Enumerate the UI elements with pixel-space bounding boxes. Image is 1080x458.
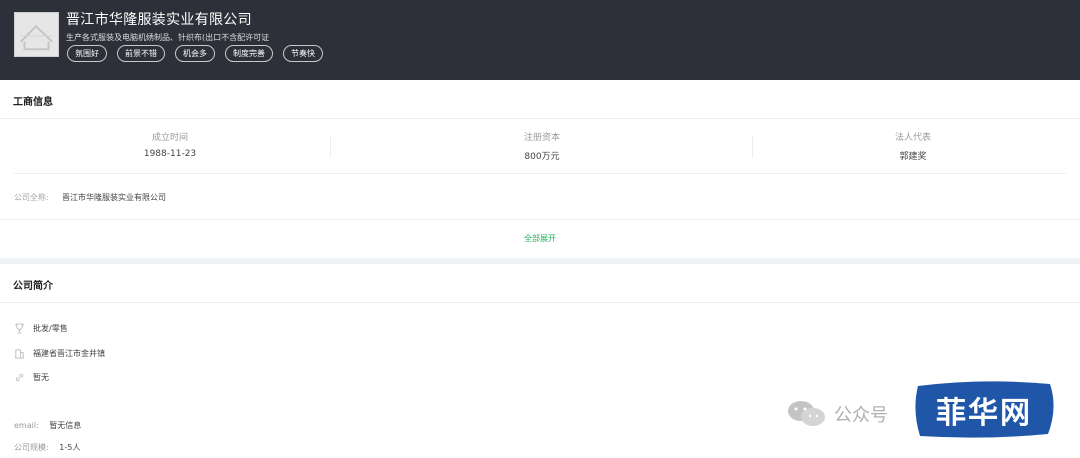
fullname-label: 公司全称: bbox=[14, 193, 49, 202]
watermark-text: 公众号 bbox=[834, 405, 888, 426]
company-size-value: 1-5人 bbox=[59, 443, 81, 452]
industry-row: 批发/零售 bbox=[14, 323, 68, 334]
divider bbox=[0, 118, 1080, 119]
tag-list: 氛围好 前景不错 机会多 制度完善 节奏快 bbox=[67, 45, 323, 62]
tag-prospects: 前景不错 bbox=[117, 45, 165, 62]
watermark-badge-text: 菲华网 bbox=[936, 396, 1032, 431]
tag-atmosphere: 氛围好 bbox=[67, 45, 107, 62]
wechat-icon bbox=[788, 401, 825, 426]
capital-value: 800万元 bbox=[524, 152, 560, 162]
email-value: 暂无信息 bbox=[49, 421, 82, 430]
building-icon bbox=[15, 13, 58, 56]
legal-rep-cell: 法人代表 郭建奖 bbox=[843, 130, 983, 162]
section-gap bbox=[0, 258, 1080, 264]
tag-system: 制度完善 bbox=[225, 45, 273, 62]
industry-value: 批发/零售 bbox=[33, 324, 68, 333]
divider bbox=[0, 302, 1080, 303]
capital-label: 注册资本 bbox=[523, 133, 560, 143]
column-divider bbox=[752, 136, 753, 158]
column-divider bbox=[330, 136, 331, 158]
link-icon bbox=[14, 372, 25, 383]
trophy-icon bbox=[14, 323, 25, 334]
tag-pace: 节奏快 bbox=[283, 45, 323, 62]
email-label: email: bbox=[14, 421, 39, 430]
address-row: 福建省晋江市金井镇 bbox=[14, 348, 105, 359]
legal-rep-value: 郭建奖 bbox=[899, 152, 927, 162]
divider bbox=[14, 173, 1066, 174]
company-size-label: 公司规模: bbox=[14, 443, 49, 452]
company-intro-title: 公司简介 bbox=[13, 281, 53, 292]
founded-label: 成立时间 bbox=[151, 133, 188, 143]
email-row: email: 暂无信息 bbox=[14, 420, 81, 431]
legal-rep-label: 法人代表 bbox=[894, 133, 931, 143]
founded-cell: 成立时间 1988-11-23 bbox=[100, 130, 240, 159]
tag-opportunities: 机会多 bbox=[175, 45, 215, 62]
business-scope: 生产各式服装及电脑机绣制品、针织布(出口不含配许可证 bbox=[66, 33, 270, 42]
fullname-value: 晋江市华隆服装实业有限公司 bbox=[62, 193, 166, 202]
building-icon bbox=[14, 348, 25, 359]
website-row: 暂无 bbox=[14, 372, 49, 383]
expand-all-link[interactable]: 全部展开 bbox=[0, 233, 1080, 244]
company-size-row: 公司规模: 1-5人 bbox=[14, 442, 80, 453]
company-logo bbox=[14, 12, 59, 57]
company-header: 晋江市华隆服装实业有限公司 生产各式服装及电脑机绣制品、针织布(出口不含配许可证… bbox=[0, 0, 1080, 80]
address-value: 福建省晋江市金井镇 bbox=[33, 349, 105, 358]
capital-cell: 注册资本 800万元 bbox=[472, 130, 612, 162]
founded-value: 1988-11-23 bbox=[143, 149, 197, 159]
company-name: 晋江市华隆服装实业有限公司 bbox=[66, 12, 252, 28]
website-value: 暂无 bbox=[33, 373, 49, 382]
divider bbox=[0, 219, 1080, 220]
business-info-title: 工商信息 bbox=[13, 97, 53, 108]
